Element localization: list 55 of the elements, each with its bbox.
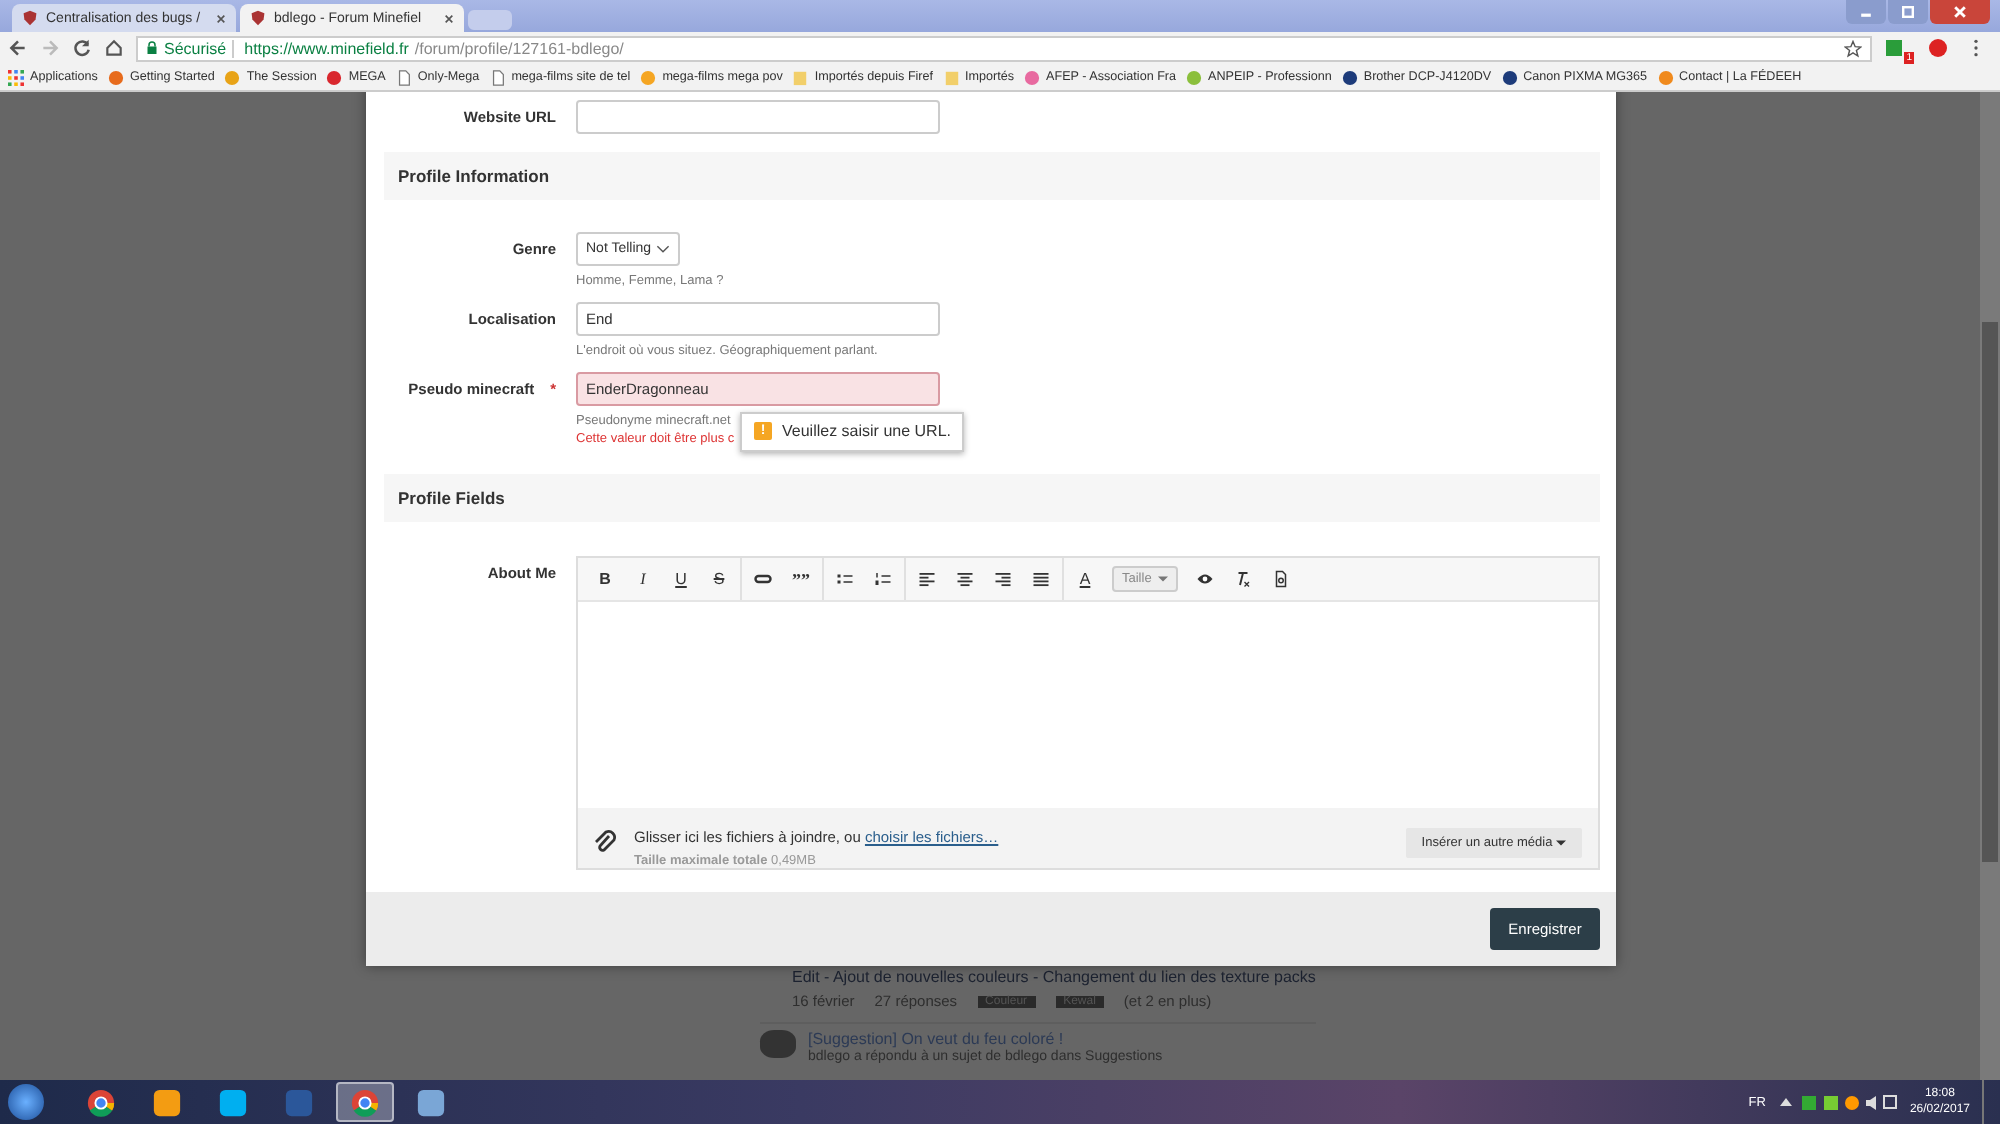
section-header: Profile Information [384, 152, 1600, 200]
topic-title: Edit - Ajout de nouvelles couleurs - Changement du lien des texture packs [790, 968, 1316, 986]
close-icon[interactable] [444, 13, 454, 23]
site-icon [640, 69, 657, 85]
page-icon [395, 69, 412, 85]
maximize-icon [1900, 4, 1916, 20]
close-icon [1952, 4, 1968, 20]
chrome-icon [86, 1087, 116, 1117]
avatar [760, 1030, 796, 1058]
app-icon [284, 1087, 314, 1117]
close-icon[interactable] [216, 13, 226, 23]
folder-icon [792, 69, 809, 85]
section-header: Profile Fields [384, 474, 1600, 522]
website-url-field[interactable] [576, 100, 940, 134]
start-button[interactable] [8, 1084, 44, 1120]
site-icon [1341, 69, 1358, 85]
site-icon [1501, 69, 1518, 85]
tray-icons-drawing[interactable] [1777, 1092, 1898, 1112]
chevron-down-icon [656, 244, 670, 254]
address-bar[interactable]: Sécurisé https://www.minefield.fr /forum/profile/127161-bdlego/ [136, 35, 1872, 61]
page-icon [489, 69, 506, 85]
extension-icon [1884, 38, 1904, 58]
grid-icon [8, 69, 24, 85]
home-icon[interactable] [104, 38, 124, 58]
app-icon [218, 1087, 248, 1117]
strikethrough-button[interactable]: S [700, 570, 738, 588]
bold-button[interactable]: B [586, 570, 624, 588]
italic-button[interactable]: I [624, 570, 662, 588]
site-icon [1024, 69, 1041, 85]
site-icon [224, 69, 241, 85]
text-color-button[interactable]: A [1066, 570, 1104, 588]
shield-icon [250, 10, 266, 26]
back-icon[interactable] [8, 38, 28, 58]
site-icon [326, 69, 343, 85]
app-icon [416, 1087, 446, 1117]
site-icon [1186, 69, 1203, 85]
site-icon [1657, 69, 1674, 85]
caret-icon [1556, 840, 1566, 846]
paperclip-icon [592, 828, 618, 856]
quote-button[interactable]: ”” [782, 569, 820, 589]
shield-icon [22, 10, 38, 26]
close-button[interactable] [1930, 0, 1990, 24]
underline-button[interactable]: U [662, 570, 700, 588]
menu-icon[interactable] [1972, 38, 1980, 58]
star-icon[interactable] [1844, 39, 1862, 57]
topic-title: [Suggestion] On veut du feu coloré ! [808, 1030, 1066, 1048]
reload-icon[interactable] [72, 38, 92, 58]
chrome-icon [350, 1087, 380, 1117]
maximize-button[interactable] [1888, 0, 1928, 24]
scrollbar-thumb[interactable] [1982, 322, 1998, 862]
site-icon [107, 69, 124, 85]
folder-icon [943, 69, 960, 85]
lock-icon [146, 40, 158, 56]
caret-icon [1157, 576, 1168, 582]
app-icon [152, 1087, 182, 1117]
